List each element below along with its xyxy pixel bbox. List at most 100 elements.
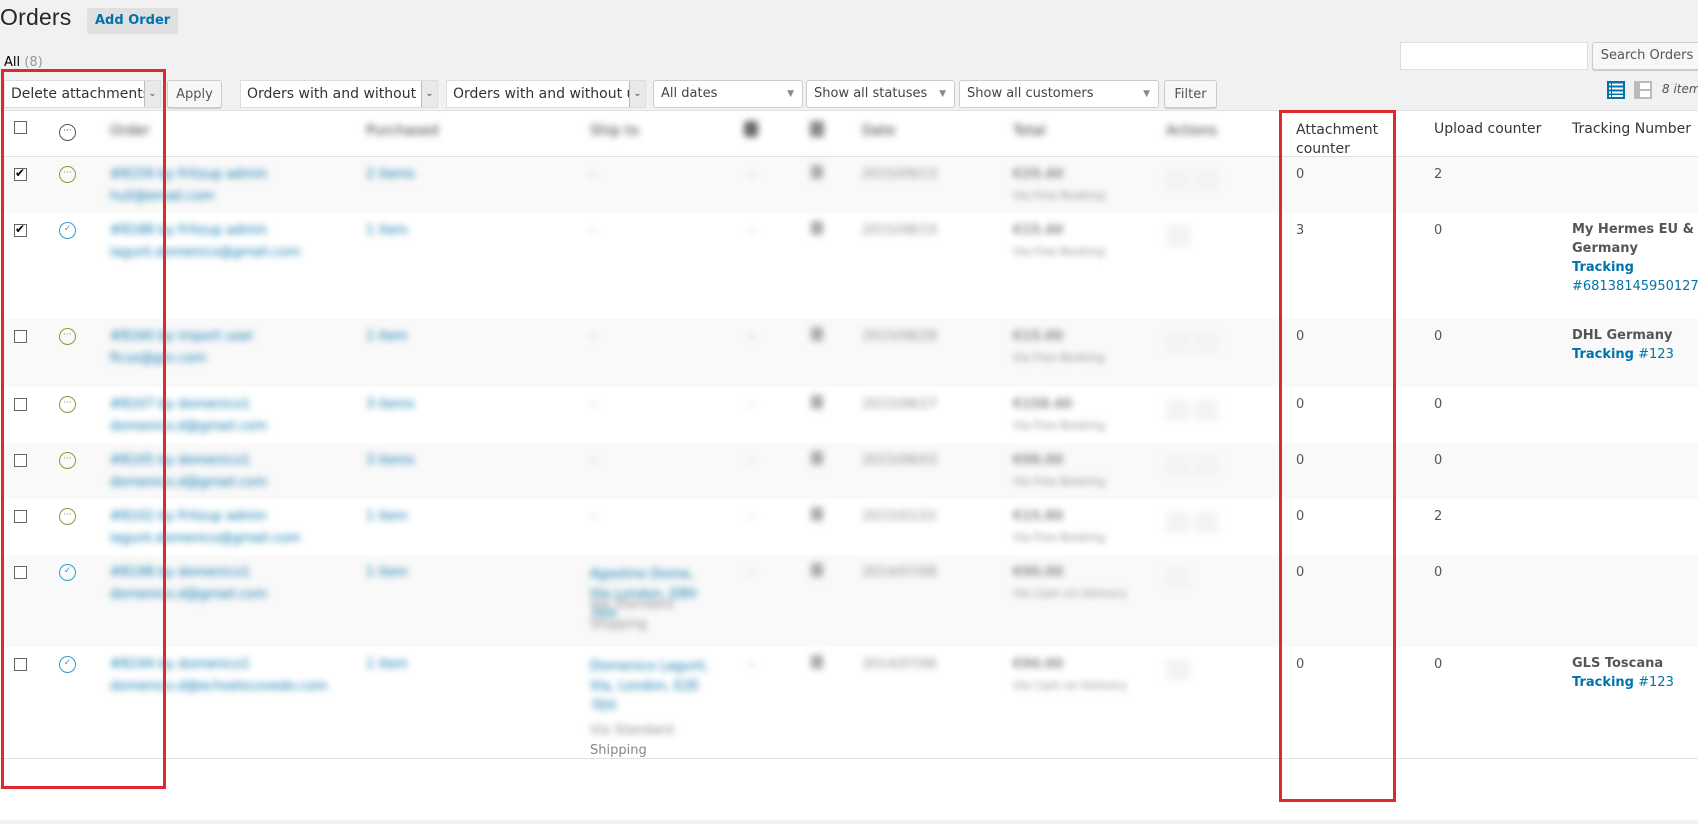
row-checkbox[interactable] bbox=[14, 454, 27, 467]
attachment-counter-value: 0 bbox=[1296, 167, 1305, 182]
filter-button[interactable]: Filter bbox=[1164, 80, 1217, 108]
purchased-link[interactable]: 1 item bbox=[366, 657, 408, 672]
order-link[interactable]: #8198 by domenico1 bbox=[110, 565, 250, 580]
table-row: ✓ #8194 by domenico1 domenico.d@echoelscov… bbox=[0, 647, 1698, 759]
customer-message: – bbox=[748, 329, 755, 344]
ship-to-address[interactable]: Agostino Dome, Via London, E8H 7EH bbox=[590, 565, 710, 625]
tracking-label: Tracking bbox=[1572, 347, 1634, 362]
order-link[interactable]: #8194 by domenico1 bbox=[110, 657, 250, 672]
row-checkbox[interactable] bbox=[14, 398, 27, 411]
view-order-button[interactable] bbox=[1194, 455, 1218, 477]
tracking-link[interactable]: Tracking #123 bbox=[1572, 673, 1696, 692]
row-checkbox[interactable] bbox=[14, 330, 27, 343]
order-notes-icon bbox=[810, 121, 824, 137]
purchased-link[interactable]: 3 items bbox=[366, 453, 415, 468]
order-link[interactable]: #8105 by domenico1 bbox=[110, 453, 250, 468]
purchased-link[interactable]: 1 item bbox=[366, 565, 408, 580]
tracking-link[interactable]: Tracking #123 bbox=[1572, 345, 1696, 364]
ship-to-address: – bbox=[590, 223, 597, 238]
purchased-link[interactable]: 2 items bbox=[366, 167, 415, 182]
view-order-button[interactable] bbox=[1194, 331, 1218, 353]
complete-order-button[interactable] bbox=[1166, 399, 1190, 421]
purchased-link[interactable]: 1 item bbox=[366, 223, 408, 238]
order-email[interactable]: ficus@gm.com bbox=[110, 351, 206, 366]
order-link[interactable]: #8188 by Fritzup admin bbox=[110, 223, 267, 238]
upload-counter-value: 0 bbox=[1434, 329, 1443, 344]
order-link[interactable]: #8102 by Fritzup admin bbox=[110, 509, 267, 524]
row-checkbox[interactable] bbox=[14, 566, 27, 579]
attachment-filter-select[interactable]: Orders with and without attachments ⌄ bbox=[240, 80, 438, 108]
search-input[interactable] bbox=[1400, 42, 1588, 70]
list-view-icon[interactable] bbox=[1607, 81, 1625, 99]
attachment-counter-value: 0 bbox=[1296, 453, 1305, 468]
page-title: Orders bbox=[0, 4, 72, 30]
ship-to-address: – bbox=[590, 397, 597, 412]
row-checkbox[interactable] bbox=[14, 222, 27, 237]
bulk-action-value: Delete attachments bbox=[11, 86, 151, 102]
view-order-button[interactable] bbox=[1194, 511, 1218, 533]
upload-counter-value: 2 bbox=[1434, 509, 1443, 524]
select-all-checkbox[interactable] bbox=[14, 121, 27, 134]
view-order-button[interactable] bbox=[1166, 659, 1190, 681]
view-order-button[interactable] bbox=[1194, 399, 1218, 421]
column-header-order[interactable]: Order bbox=[110, 123, 150, 139]
row-checkbox[interactable] bbox=[14, 510, 27, 523]
upload-counter-value: 0 bbox=[1434, 565, 1443, 580]
view-order-button[interactable] bbox=[1166, 567, 1190, 589]
order-link[interactable]: #8160 by import user bbox=[110, 329, 254, 344]
dates-select[interactable]: All dates ▼ bbox=[653, 80, 803, 108]
purchased-link[interactable]: 3 items bbox=[366, 397, 415, 412]
purchased-link[interactable]: 1 item bbox=[366, 509, 408, 524]
attachment-counter-value: 0 bbox=[1296, 565, 1305, 580]
order-link[interactable]: #8159 by Fritzup admin bbox=[110, 167, 267, 182]
column-header-upload-counter: Upload counter bbox=[1434, 121, 1542, 137]
complete-order-button[interactable] bbox=[1166, 331, 1190, 353]
order-email[interactable]: domenico.d@gmail.com bbox=[110, 587, 267, 602]
order-date: 2015/08/28 bbox=[862, 329, 937, 344]
statuses-select[interactable]: Show all statuses ▼ bbox=[806, 80, 955, 108]
search-orders-button[interactable]: Search Orders bbox=[1592, 42, 1698, 70]
row-checkbox[interactable] bbox=[14, 166, 27, 181]
order-email[interactable]: domenico.d@echoelscovedo.com bbox=[110, 679, 327, 694]
complete-order-button[interactable] bbox=[1166, 169, 1190, 191]
purchased-link[interactable]: 1 item bbox=[366, 329, 408, 344]
upload-filter-select[interactable]: Orders with and without uploads ⌄ bbox=[446, 80, 646, 108]
complete-order-button[interactable] bbox=[1166, 511, 1190, 533]
view-order-button[interactable] bbox=[1166, 225, 1190, 247]
order-email[interactable]: domenico.d@gmail.com bbox=[110, 419, 267, 434]
order-date: 2015/01/22 bbox=[862, 509, 937, 524]
column-header-total[interactable]: Total bbox=[1013, 123, 1046, 139]
column-header-tracking-number: Tracking Number bbox=[1572, 121, 1691, 137]
triangle-down-icon: ▼ bbox=[787, 89, 794, 99]
apply-button[interactable]: Apply bbox=[167, 80, 222, 108]
view-filter-all[interactable]: All (8) bbox=[4, 55, 43, 70]
order-email[interactable]: hull@email.com bbox=[110, 189, 214, 204]
order-link[interactable]: #8107 by domenico1 bbox=[110, 397, 250, 412]
excerpt-view-icon[interactable] bbox=[1634, 81, 1652, 99]
add-order-button[interactable]: Add Order bbox=[87, 8, 179, 34]
tracking-link[interactable]: Tracking #68138145950127 bbox=[1572, 258, 1698, 296]
ship-method: Via Standard bbox=[590, 597, 674, 612]
ship-to-address: – bbox=[590, 167, 597, 182]
ship-to-address[interactable]: Domenico Lagunt, Via, London, E2E 7EH bbox=[590, 657, 710, 717]
complete-order-button[interactable] bbox=[1166, 455, 1190, 477]
chevron-down-icon: ⌄ bbox=[629, 81, 645, 107]
customers-select[interactable]: Show all customers ▼ bbox=[959, 80, 1159, 108]
order-date: 2014/07/08 bbox=[862, 565, 937, 580]
order-email[interactable]: domenico.d@gmail.com bbox=[110, 475, 267, 490]
status-pending-icon: ··· bbox=[59, 452, 76, 469]
column-header-date[interactable]: Date bbox=[862, 123, 895, 139]
order-notes-icon bbox=[811, 165, 823, 179]
bulk-action-select[interactable]: Delete attachments ⌄ bbox=[4, 80, 161, 108]
attachment-counter-value: 0 bbox=[1296, 329, 1305, 344]
order-notes-icon bbox=[811, 563, 823, 577]
order-email[interactable]: lagunt.domenico@gmail.com bbox=[110, 531, 300, 546]
row-checkbox[interactable] bbox=[14, 658, 27, 671]
view-order-button[interactable] bbox=[1194, 169, 1218, 191]
order-payment-method: Via Cash on Delivery bbox=[1013, 679, 1128, 692]
tracking-info: GLS Toscana Tracking #123 bbox=[1572, 654, 1696, 692]
order-total: €15.80 bbox=[1013, 509, 1064, 524]
order-email[interactable]: lagunt.domenico@gmail.com bbox=[110, 245, 300, 260]
customer-message: – bbox=[748, 223, 755, 238]
upload-counter-value: 0 bbox=[1434, 657, 1443, 672]
